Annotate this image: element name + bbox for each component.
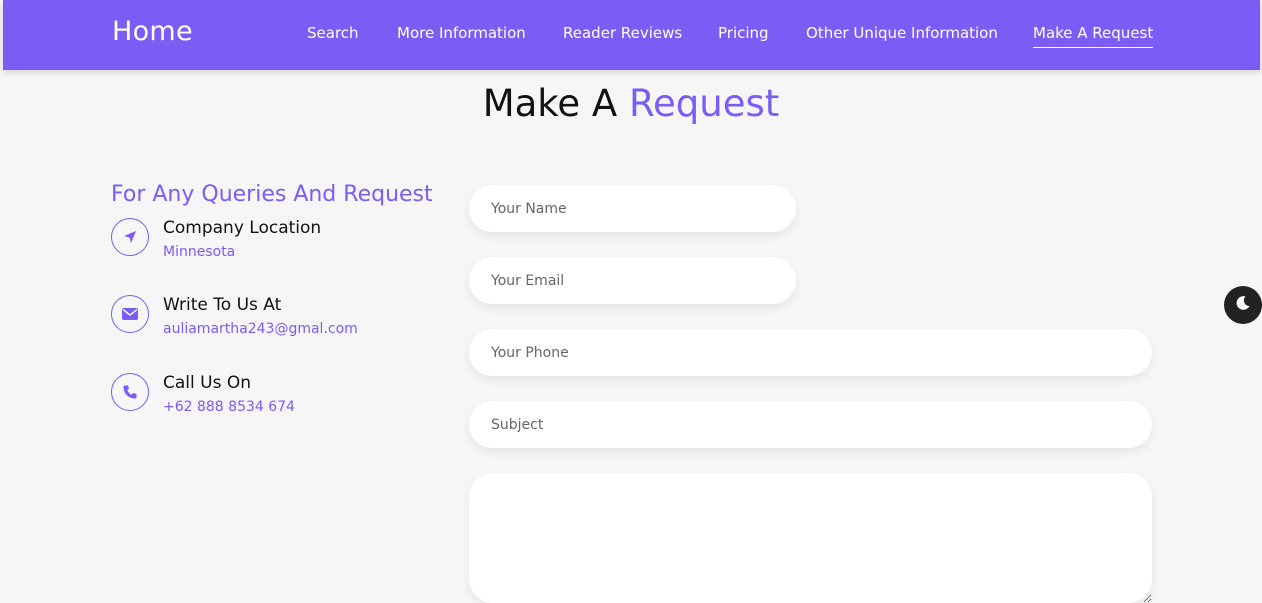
nav-link-reader-reviews[interactable]: Reader Reviews: [563, 24, 682, 42]
envelope-icon: [111, 295, 149, 333]
contact-item-value: Minnesota: [163, 244, 236, 260]
phone-icon: [111, 373, 149, 411]
contact-item-value[interactable]: +62 888 8534 674: [163, 399, 295, 415]
nav-link-pricing[interactable]: Pricing: [718, 24, 769, 42]
page-title: Make A Request: [0, 82, 1262, 125]
nav-link-search[interactable]: Search: [307, 24, 359, 42]
brand-home-link[interactable]: Home: [112, 16, 193, 47]
nav-link-other-unique-information[interactable]: Other Unique Information: [806, 24, 998, 42]
page-title-accent: Request: [629, 82, 780, 125]
message-textarea[interactable]: [469, 473, 1152, 603]
nav-link-make-a-request[interactable]: Make A Request: [1033, 24, 1154, 48]
top-navbar: Home Search More Information Reader Revi…: [3, 0, 1260, 70]
name-input[interactable]: [469, 185, 796, 232]
page-title-plain: Make A: [482, 82, 618, 125]
theme-toggle-button[interactable]: [1224, 286, 1262, 324]
contact-heading: For Any Queries And Request: [111, 182, 433, 207]
phone-input[interactable]: [469, 329, 1152, 376]
nav-link-more-information[interactable]: More Information: [397, 24, 526, 42]
contact-item-title: Call Us On: [163, 373, 251, 393]
subject-input[interactable]: [469, 401, 1152, 448]
contact-item-title: Company Location: [163, 218, 322, 238]
contact-item-title: Write To Us At: [163, 295, 282, 315]
email-input[interactable]: [469, 257, 796, 304]
moon-icon: [1235, 295, 1251, 315]
contact-item-value[interactable]: auliamartha243@gmal.com: [163, 321, 358, 337]
location-arrow-icon: [111, 218, 149, 256]
